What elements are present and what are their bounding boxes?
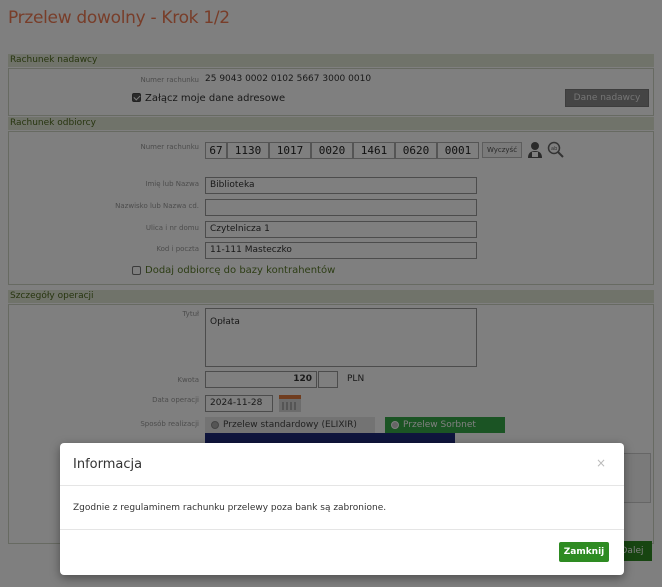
modal-title: Informacja (73, 457, 143, 472)
modal-close-button[interactable]: Zamknij (559, 542, 609, 562)
modal-header-divider (60, 485, 624, 486)
modal-message: Zgodnie z regulaminem rachunku przelewy … (73, 503, 387, 513)
info-modal: Informacja × Zgodnie z regulaminem rachu… (60, 443, 624, 575)
modal-footer-divider (60, 529, 624, 530)
close-icon[interactable]: × (596, 456, 606, 470)
